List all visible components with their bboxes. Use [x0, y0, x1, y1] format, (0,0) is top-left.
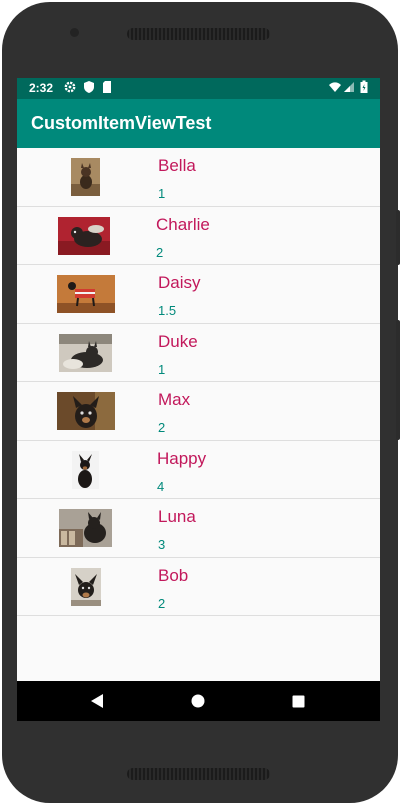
recents-icon [292, 695, 304, 707]
list-item-daisy[interactable]: Daisy 1.5 [17, 265, 380, 324]
volume-button [396, 210, 400, 265]
list-item-duke[interactable]: Duke 1 [17, 324, 380, 382]
list-item-max[interactable]: Max 2 [17, 382, 380, 441]
wifi-icon [328, 80, 342, 99]
list-item-bob[interactable]: Bob 2 [17, 558, 380, 616]
back-button[interactable] [86, 690, 108, 712]
dog-count: 2 [156, 244, 164, 260]
shield-icon [82, 80, 96, 99]
navigation-bar [17, 681, 380, 721]
home-button[interactable] [187, 690, 209, 712]
front-camera [70, 28, 79, 37]
dog-thumbnail [57, 275, 115, 313]
status-time: 2:32 [29, 81, 54, 95]
cell-signal-icon [343, 80, 355, 99]
app-title: CustomItemViewTest [31, 113, 212, 133]
dog-count: 1 [158, 361, 166, 377]
list-item-luna[interactable]: Luna 3 [17, 499, 380, 558]
list-item-happy[interactable]: Happy 4 [17, 441, 380, 499]
recents-button[interactable] [287, 690, 309, 712]
bottom-speaker [127, 768, 270, 780]
gear-icon [63, 80, 77, 99]
dog-name: Max [158, 390, 191, 409]
dog-count: 3 [158, 537, 166, 552]
dog-count: 2 [158, 420, 166, 435]
dog-name: Daisy [158, 273, 201, 292]
top-speaker [127, 28, 270, 40]
sd-card-icon [101, 80, 113, 99]
status-bar: 2:32 [17, 78, 380, 99]
dog-name: Happy [157, 448, 207, 468]
dog-name: Bella [158, 156, 196, 175]
dog-count: 2 [158, 595, 166, 611]
dog-name: Duke [158, 331, 198, 351]
dog-thumbnail [72, 450, 99, 489]
dog-thumbnail [59, 509, 112, 547]
dog-thumbnail [58, 216, 110, 255]
dog-thumbnail [59, 333, 112, 372]
home-icon [191, 694, 205, 708]
app-bar: CustomItemViewTest [17, 99, 380, 148]
phone-frame: 2:32 CustomItemViewTest Bella 1 Charlie … [0, 0, 400, 807]
dog-thumbnail [57, 392, 115, 430]
list-item-charlie[interactable]: Charlie 2 [17, 207, 380, 265]
dog-thumbnail [71, 158, 100, 196]
dog-name: Luna [158, 507, 196, 526]
dog-name: Charlie [156, 214, 210, 234]
list-item-bella[interactable]: Bella 1 [17, 148, 380, 207]
dog-count: 1.5 [158, 303, 177, 318]
back-icon [91, 694, 103, 708]
dog-count: 1 [158, 186, 166, 201]
dog-thumbnail [71, 567, 101, 606]
battery-icon [360, 80, 368, 99]
power-button [396, 320, 400, 440]
screen: 2:32 CustomItemViewTest Bella 1 Charlie … [17, 78, 380, 721]
dog-count: 4 [157, 478, 165, 494]
dog-list[interactable]: Bella 1 Charlie 2 Daisy 1.5 Duke 1 Max 2… [17, 148, 380, 616]
dog-name: Bob [158, 565, 189, 585]
